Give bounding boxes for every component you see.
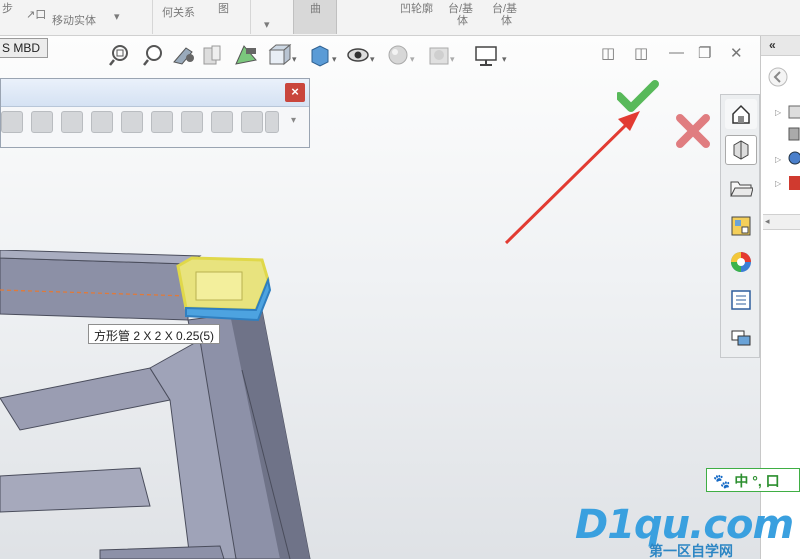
minimize-button[interactable]: — xyxy=(669,44,684,61)
view-toolbar-icons: ▾ ▾ ▾ ▾ ▾ ▾ xyxy=(109,43,507,67)
ribbon-item-body2: 体 xyxy=(501,15,512,27)
home-icon[interactable] xyxy=(725,99,757,129)
ribbon-move-entity[interactable]: 移动实体 xyxy=(52,12,96,28)
previous-view-icon[interactable] xyxy=(173,47,194,65)
tool-icon-2[interactable] xyxy=(31,111,53,133)
back-arrow-icon[interactable] xyxy=(767,66,789,88)
floating-toolbar: × ▾ xyxy=(0,78,310,148)
split-right-icon[interactable]: ◫ xyxy=(634,44,648,62)
svg-text:▾: ▾ xyxy=(410,54,415,64)
ribbon-item-body1: 体 xyxy=(457,15,468,27)
library-tree[interactable]: ▷ ▷ ▷ xyxy=(773,102,800,198)
edit-appearance-icon[interactable]: ▾ xyxy=(388,45,415,65)
selection-tooltip: 方形管 2 X 2 X 0.25(5) xyxy=(88,324,221,344)
ribbon-dropdown[interactable]: ▾ xyxy=(114,10,120,23)
floating-toolbar-titlebar[interactable] xyxy=(1,79,309,107)
custom-properties-icon[interactable] xyxy=(725,285,757,315)
watermark-subtitle: 第一区自学网 xyxy=(649,543,733,559)
ribbon-relations[interactable]: 何关系 xyxy=(162,4,195,20)
close-button[interactable]: ✕ xyxy=(730,44,743,62)
ribbon-dropdown-2[interactable]: ▾ xyxy=(264,18,270,31)
svg-text:▷: ▷ xyxy=(775,179,782,188)
ribbon-item-arrow[interactable]: ↗口 xyxy=(26,6,46,22)
tool-icon-1[interactable] xyxy=(1,111,23,133)
tool-icon-4[interactable] xyxy=(91,111,113,133)
task-pane-collapse-button[interactable]: « xyxy=(761,36,800,56)
annotation-arrow xyxy=(504,111,640,245)
restore-button[interactable]: ❐ xyxy=(698,44,711,62)
tool-icon-8[interactable] xyxy=(211,111,233,133)
apply-scene-icon[interactable]: ▾ xyxy=(429,47,455,65)
split-left-icon[interactable]: ◫ xyxy=(601,44,615,62)
svg-text:▷: ▷ xyxy=(775,155,782,164)
svg-text:▾: ▾ xyxy=(292,54,297,64)
svg-text:▾: ▾ xyxy=(450,54,455,64)
zoom-to-fit-icon[interactable] xyxy=(109,45,128,66)
display-style-icon[interactable]: ▾ xyxy=(311,45,337,67)
zoom-area-icon[interactable] xyxy=(143,45,162,66)
folder-icon[interactable] xyxy=(725,173,757,203)
scroll-left-icon[interactable]: ◂ xyxy=(765,216,770,227)
task-pane-scrollbar[interactable]: ◂ xyxy=(763,214,800,230)
ribbon-separator xyxy=(250,0,251,34)
svg-text:▷: ▷ xyxy=(775,108,782,117)
tool-icon-10[interactable] xyxy=(265,111,279,133)
hide-show-icon[interactable]: ▾ xyxy=(347,48,375,64)
floating-toolbar-close-button[interactable]: × xyxy=(285,83,305,102)
appearances-icon[interactable] xyxy=(725,247,757,277)
tool-icon-5[interactable] xyxy=(121,111,143,133)
tool-icon-7[interactable] xyxy=(181,111,203,133)
tab-mbd[interactable]: S MBD xyxy=(0,38,48,58)
heads-up-view-toolbar: ▾ ▾ ▾ ▾ ▾ ▾ xyxy=(108,42,518,68)
forum-icon[interactable] xyxy=(725,323,757,353)
part-icon[interactable] xyxy=(725,135,757,165)
ribbon-active-button[interactable]: 曲 xyxy=(293,0,337,34)
design-library-icon[interactable] xyxy=(725,211,757,241)
ribbon-item-concave[interactable]: 凹轮廓 xyxy=(400,0,433,16)
ime-status-bar[interactable]: 🐾 中 °, 口 xyxy=(706,468,800,492)
ribbon-item-graph[interactable]: 图 xyxy=(218,0,229,16)
steel-frame-model[interactable] xyxy=(0,250,320,559)
task-pane-tabs xyxy=(720,94,760,358)
watermark-logo: D1qu.com xyxy=(575,502,794,548)
command-ribbon: 步 ↗口 移动实体 ▾ 何关系 图 ▾ 曲 凹轮廓 台/基 体 台/基 体 xyxy=(0,0,800,36)
section-view-icon[interactable] xyxy=(203,45,221,65)
ime-text: 中 °, 口 xyxy=(734,473,780,489)
ribbon-separator xyxy=(152,0,153,34)
view-settings-icon[interactable]: ▾ xyxy=(475,46,507,66)
paw-icon: 🐾 xyxy=(713,473,731,489)
tool-icon-6[interactable] xyxy=(151,111,173,133)
svg-text:▾: ▾ xyxy=(502,54,507,64)
cancel-x-icon[interactable] xyxy=(676,114,710,148)
svg-text:▾: ▾ xyxy=(332,54,337,64)
tool-icon-3[interactable] xyxy=(61,111,83,133)
ribbon-item-step[interactable]: 步 xyxy=(2,0,13,16)
dynamic-annotation-icon[interactable] xyxy=(235,45,257,65)
view-orientation-icon[interactable]: ▾ xyxy=(268,43,297,66)
tool-icon-9[interactable] xyxy=(241,111,263,133)
floating-toolbar-dropdown[interactable]: ▾ xyxy=(291,115,296,126)
confirm-check-icon[interactable] xyxy=(617,80,659,114)
svg-text:▾: ▾ xyxy=(370,54,375,64)
ribbon-active-label: 曲 xyxy=(310,3,321,15)
